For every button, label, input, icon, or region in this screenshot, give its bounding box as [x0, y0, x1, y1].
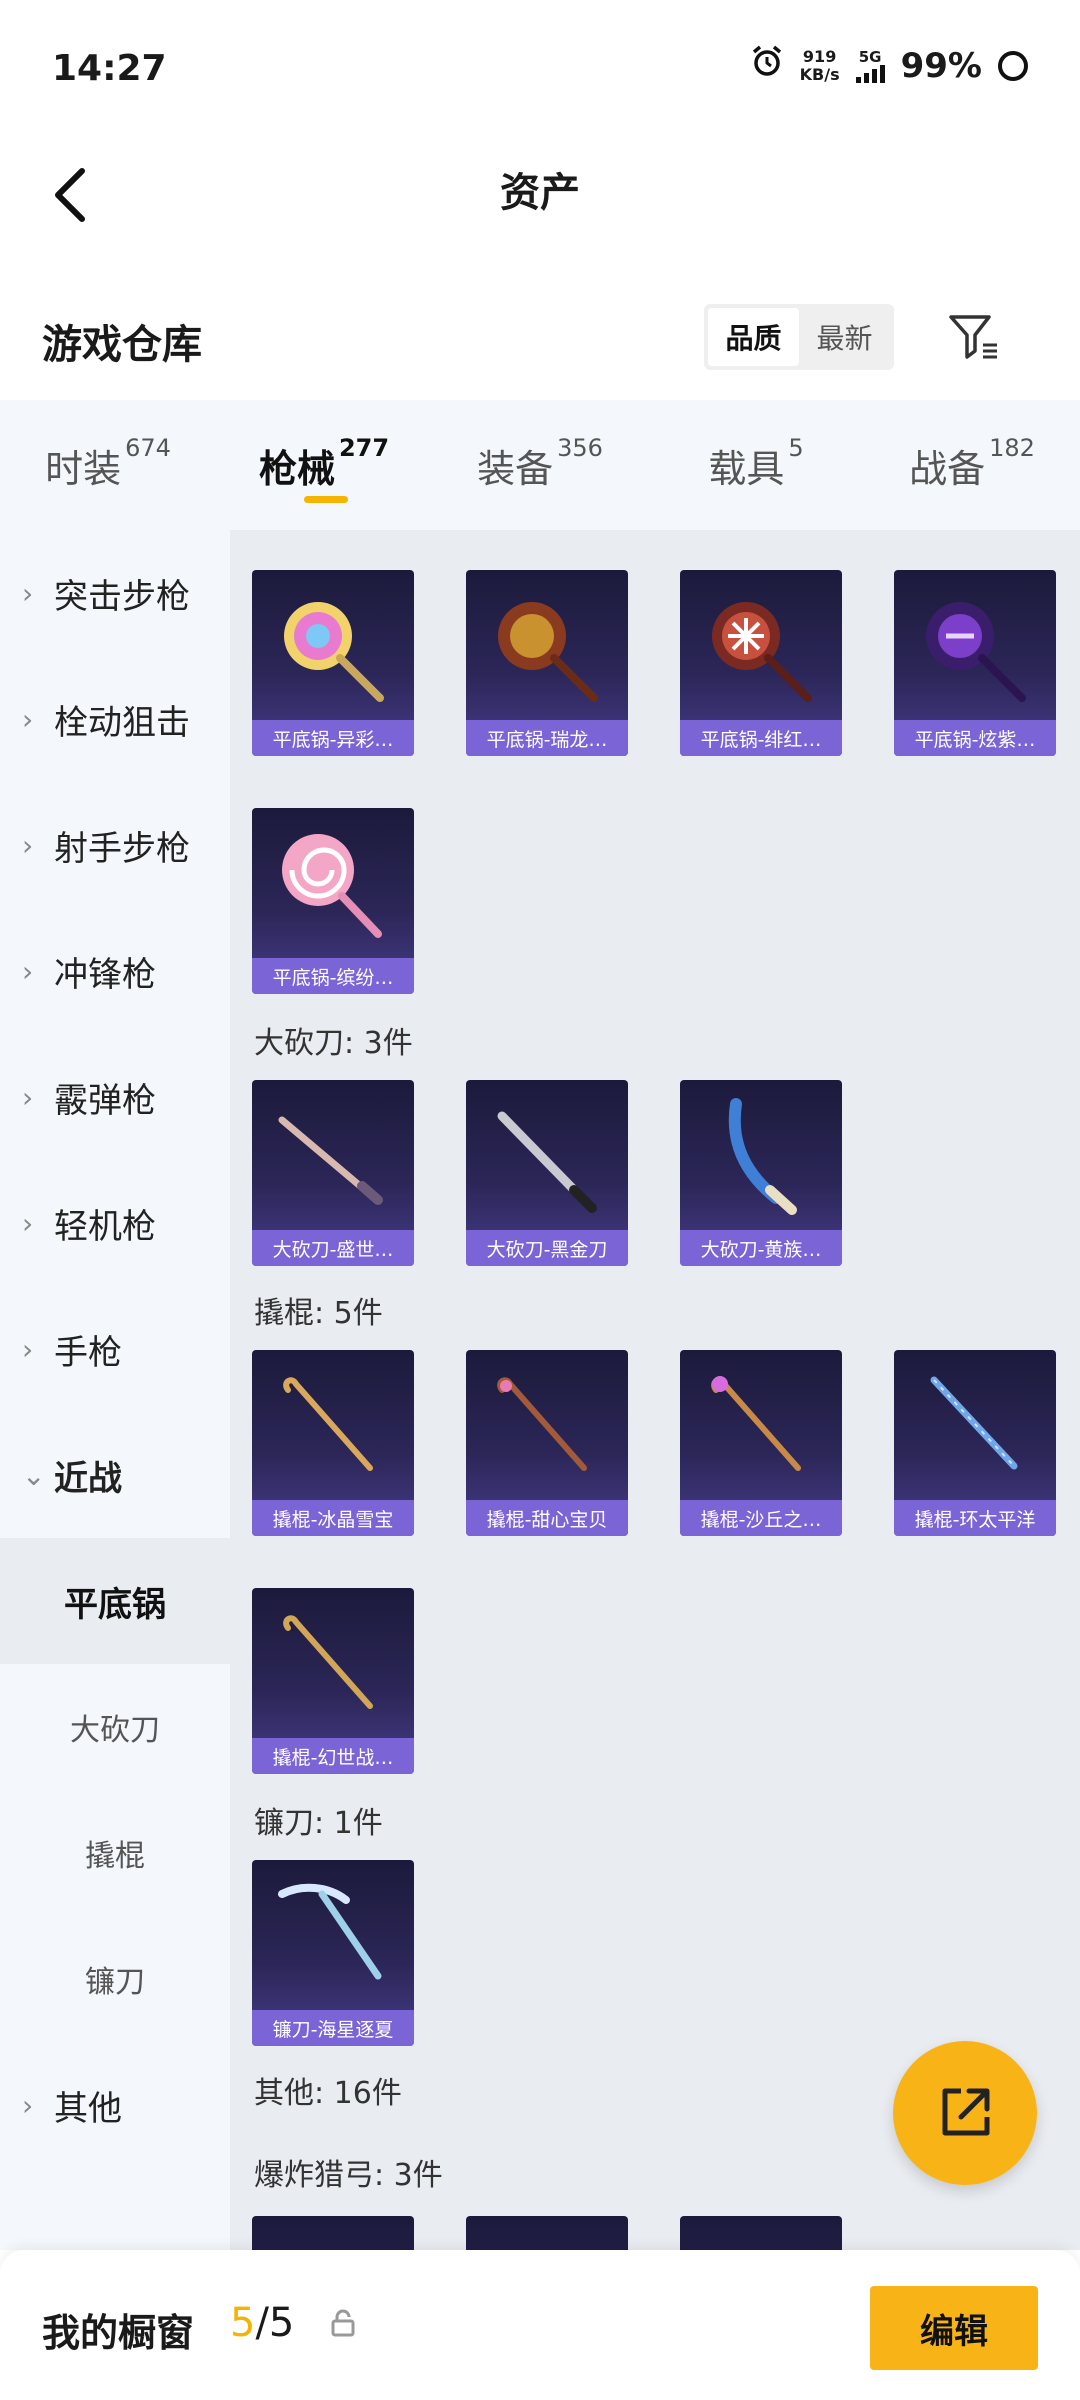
- item-card[interactable]: 大砍刀-黑金刀: [466, 1080, 628, 1266]
- crowbar-icon: [711, 1376, 801, 1471]
- sickle-icon: [278, 1883, 382, 1980]
- tab-supplies[interactable]: 战备 182: [864, 400, 1080, 530]
- alarm-icon: [750, 44, 784, 87]
- status-icons: 919 KB/s 5G 99%: [750, 44, 1028, 87]
- header: 资产: [0, 140, 1080, 250]
- item-card[interactable]: 大砍刀-黄族…: [680, 1080, 842, 1266]
- item-card[interactable]: [252, 2216, 414, 2250]
- group-label-sickle: 镰刀: 1件: [254, 1806, 383, 1841]
- section-row: 游戏仓库 品质 最新: [0, 290, 1080, 400]
- section-title: 游戏仓库: [42, 322, 202, 368]
- chevron-down-icon: ⌄: [22, 1458, 46, 1492]
- item-grid: 平底锅-异彩… 平底锅-瑞龙… 平底锅-绯红… 平底锅-炫紫… 平底锅-缤纷… …: [230, 530, 1080, 2250]
- sort-newest-button[interactable]: 最新: [799, 308, 890, 366]
- chevron-right-icon: ›: [22, 1080, 34, 1114]
- frying-pan-icon: [712, 602, 812, 702]
- category-tabs: 时装 674 枪械 277 装备 356 载具 5 战备 182: [0, 400, 1080, 530]
- sidebar: › 突击步枪 › 栓动狙击 › 射手步枪 › 冲锋枪 › 霰弹枪 › 轻机枪 › 手枪 ⌄ 近战…: [0, 530, 230, 2250]
- item-card[interactable]: 平底锅-炫紫…: [894, 570, 1056, 756]
- item-card[interactable]: 撬棍-甜心宝贝: [466, 1350, 628, 1536]
- item-card[interactable]: 平底锅-缤纷…: [252, 808, 414, 994]
- crowbar-icon: [930, 1376, 1018, 1470]
- chevron-right-icon: ›: [22, 576, 34, 610]
- item-card[interactable]: 大砍刀-盛世…: [252, 1080, 414, 1266]
- machete-icon: [728, 1098, 797, 1215]
- sidebar-item-pistol[interactable]: › 手枪: [0, 1286, 230, 1412]
- battery-text: 99%: [900, 45, 982, 86]
- item-card[interactable]: 撬棍-环太平洋: [894, 1350, 1056, 1536]
- lock-icon: [330, 2308, 356, 2342]
- frying-pan-icon: [284, 602, 384, 702]
- chevron-right-icon: ›: [22, 828, 34, 862]
- sidebar-item-bolt-sniper[interactable]: › 栓动狙击: [0, 656, 230, 782]
- share-fab-button[interactable]: [893, 2041, 1037, 2185]
- sidebar-sub-sickle[interactable]: 镰刀: [0, 1916, 230, 2042]
- item-card[interactable]: 镰刀-海星逐夏: [252, 1860, 414, 2046]
- item-card[interactable]: 平底锅-瑞龙…: [466, 570, 628, 756]
- chevron-right-icon: ›: [22, 2088, 34, 2122]
- group-label-other: 其他: 16件: [254, 2076, 402, 2111]
- edit-button[interactable]: 编辑: [870, 2286, 1038, 2370]
- showcase-label: 我的橱窗: [42, 2311, 195, 2355]
- status-bar: 14:27 919 KB/s 5G 99%: [0, 0, 1080, 140]
- battery-ring-icon: [998, 50, 1028, 81]
- frying-pan-icon: [926, 602, 1026, 702]
- tab-indicator: [304, 496, 348, 503]
- item-card[interactable]: [466, 2216, 628, 2250]
- sidebar-item-other[interactable]: › 其他: [0, 2042, 230, 2168]
- sidebar-sub-pan[interactable]: 平底锅: [0, 1538, 230, 1664]
- net-speed: 919 KB/s: [799, 46, 840, 84]
- item-card[interactable]: 撬棍-沙丘之…: [680, 1350, 842, 1536]
- showcase-count: 5/5: [230, 2300, 295, 2346]
- machete-icon: [278, 1116, 383, 1205]
- tab-fashion[interactable]: 时装 674: [0, 400, 216, 530]
- chevron-right-icon: ›: [22, 702, 34, 736]
- group-label-machete: 大砍刀: 3件: [254, 1026, 413, 1061]
- machete-icon: [497, 1111, 597, 1213]
- page-title: 资产: [500, 170, 580, 216]
- tab-vehicles[interactable]: 载具 5: [648, 400, 864, 530]
- group-label-crowbar: 撬棍: 5件: [254, 1296, 383, 1331]
- sidebar-item-lmg[interactable]: › 轻机枪: [0, 1160, 230, 1286]
- sidebar-item-assault-rifle[interactable]: › 突击步枪: [0, 530, 230, 656]
- tab-firearms[interactable]: 枪械 277: [216, 400, 432, 530]
- bottom-bar: 我的橱窗 5/5 编辑: [0, 2250, 1080, 2400]
- chevron-right-icon: ›: [22, 1332, 34, 1366]
- sort-toggle: 品质 最新: [704, 304, 894, 370]
- item-card[interactable]: 撬棍-冰晶雪宝: [252, 1350, 414, 1536]
- status-time: 14:27: [52, 48, 167, 89]
- chevron-right-icon: ›: [22, 954, 34, 988]
- item-card[interactable]: [680, 2216, 842, 2250]
- signal-icon: 5G: [855, 49, 885, 83]
- filter-icon: [949, 315, 997, 359]
- group-label-crossbow: 爆炸猎弓: 3件: [254, 2158, 443, 2193]
- crowbar-icon: [497, 1377, 587, 1471]
- sidebar-item-shotgun[interactable]: › 霰弹枪: [0, 1034, 230, 1160]
- crowbar-icon: [283, 1377, 373, 1471]
- item-card[interactable]: 平底锅-异彩…: [252, 570, 414, 756]
- frying-pan-icon: [498, 602, 598, 702]
- crowbar-icon: [283, 1615, 373, 1709]
- sidebar-item-melee[interactable]: ⌄ 近战: [0, 1412, 230, 1538]
- item-card[interactable]: 平底锅-绯红…: [680, 570, 842, 756]
- sort-quality-button[interactable]: 品质: [708, 308, 799, 366]
- sidebar-item-marksman-rifle[interactable]: › 射手步枪: [0, 782, 230, 908]
- tab-equipment[interactable]: 装备 356: [432, 400, 648, 530]
- item-card[interactable]: 撬棍-幻世战…: [252, 1588, 414, 1774]
- sidebar-sub-crowbar[interactable]: 撬棍: [0, 1790, 230, 1916]
- sidebar-item-smg[interactable]: › 冲锋枪: [0, 908, 230, 1034]
- lollipop-pan-icon: [282, 834, 382, 938]
- sidebar-sub-machete[interactable]: 大砍刀: [0, 1664, 230, 1790]
- filter-button[interactable]: [940, 304, 1006, 370]
- external-link-icon: [942, 2088, 990, 2136]
- chevron-right-icon: ›: [22, 1206, 34, 1240]
